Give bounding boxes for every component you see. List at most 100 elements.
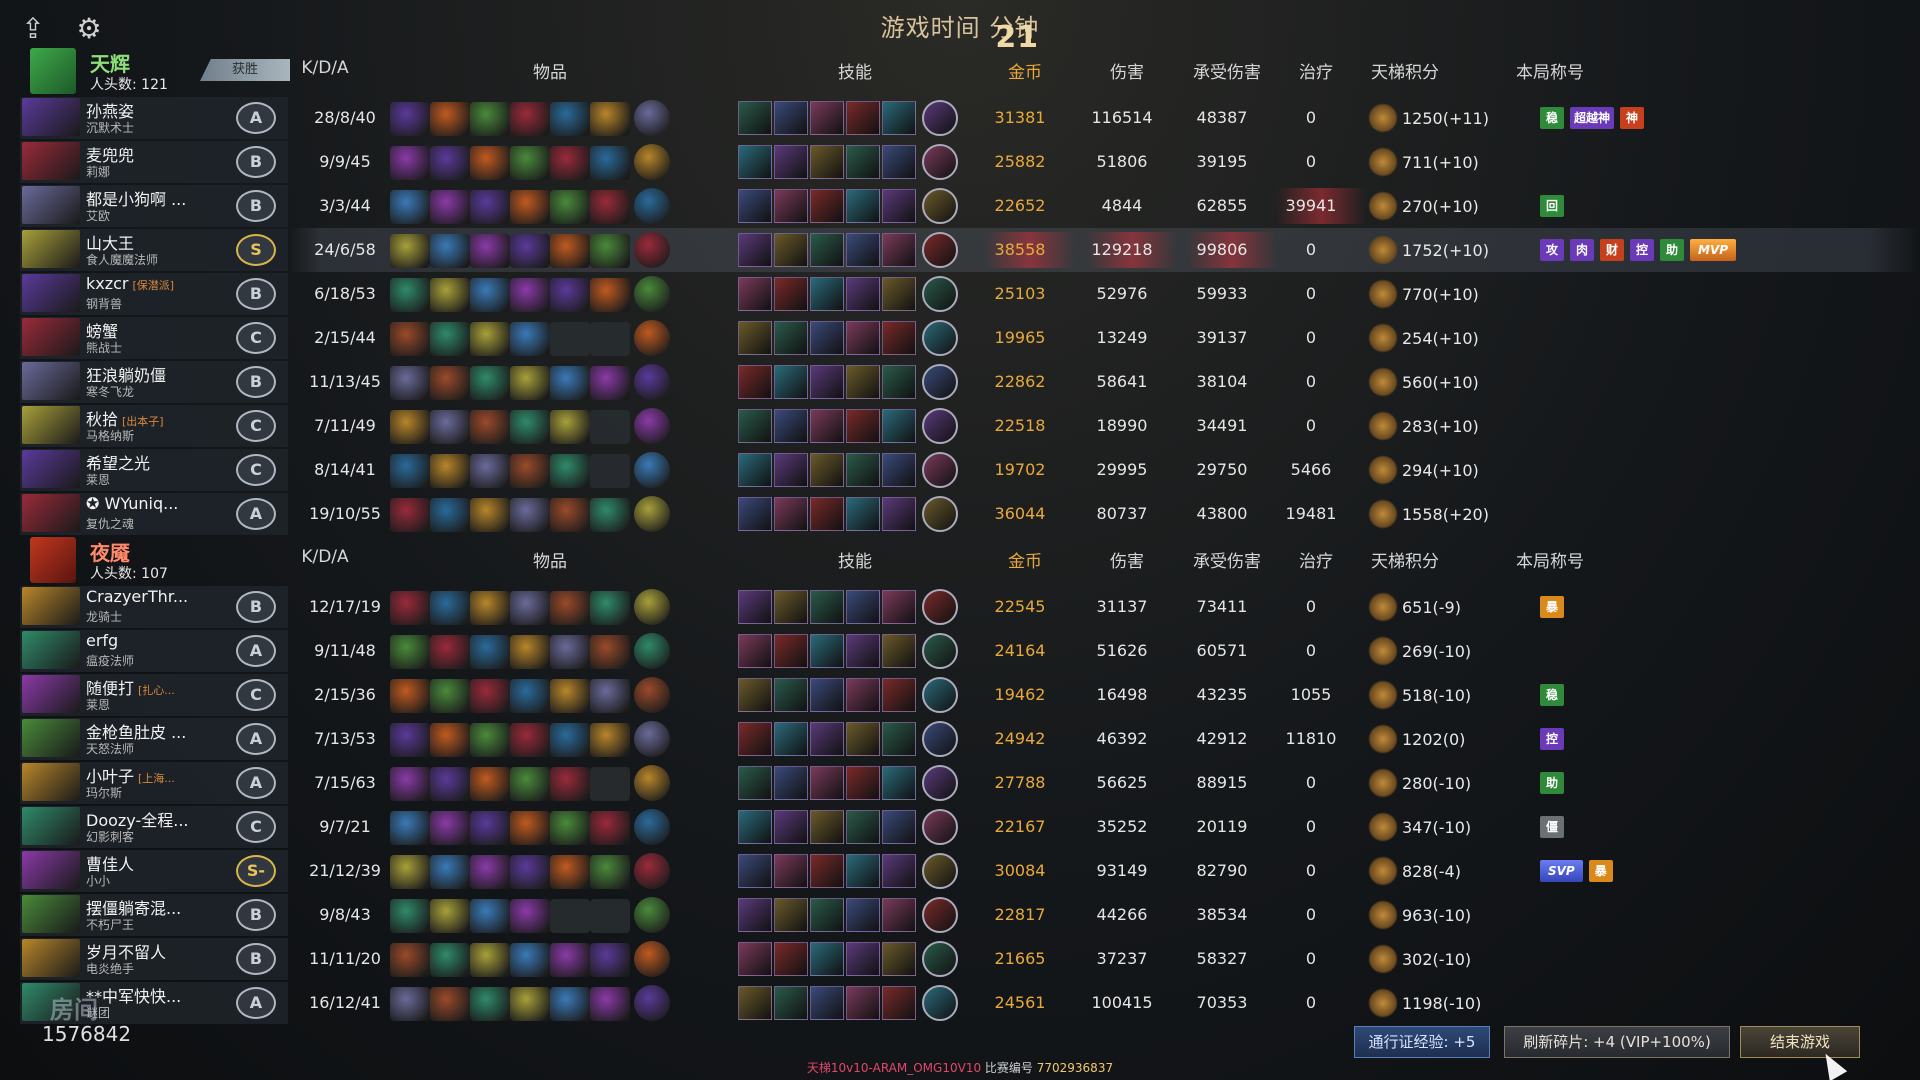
talent-icon[interactable] xyxy=(922,188,958,224)
hero-portrait[interactable] xyxy=(22,895,80,933)
skill-icon[interactable] xyxy=(882,101,916,135)
item-icon[interactable] xyxy=(390,498,430,532)
skill-icon[interactable] xyxy=(810,678,844,712)
skill-icon[interactable] xyxy=(882,321,916,355)
title-badge[interactable]: 暴 xyxy=(1540,596,1564,618)
item-icon[interactable] xyxy=(430,410,470,444)
talent-icon[interactable] xyxy=(922,452,958,488)
item-icon[interactable] xyxy=(470,102,510,136)
skill-icon[interactable] xyxy=(774,722,808,756)
skill-icon[interactable] xyxy=(738,453,772,487)
hero-portrait[interactable] xyxy=(22,587,80,625)
item-icon[interactable] xyxy=(510,234,550,268)
title-badge[interactable]: 攻 xyxy=(1540,239,1564,261)
neutral-item-icon[interactable] xyxy=(634,144,670,180)
player-row[interactable]: 岁月不留人 电炎绝手 B 11/11/20 21665 37237 58327 0 302(-1… xyxy=(20,937,1920,981)
item-icon[interactable] xyxy=(510,635,550,669)
item-icon[interactable] xyxy=(590,943,630,977)
skill-icon[interactable] xyxy=(882,365,916,399)
player-row[interactable]: CrazyerThr... 龙骑士 B 12/17/19 22545 31137 73411… xyxy=(20,585,1920,629)
title-badge[interactable]: 超越神 xyxy=(1570,107,1615,129)
skill-icon[interactable] xyxy=(774,590,808,624)
title-badge[interactable]: 控 xyxy=(1630,239,1654,261)
item-icon[interactable] xyxy=(590,234,630,268)
skill-icon[interactable] xyxy=(774,189,808,223)
item-icon[interactable] xyxy=(550,454,590,488)
item-icon[interactable] xyxy=(430,591,470,625)
item-icon[interactable] xyxy=(390,855,430,889)
skill-icon[interactable] xyxy=(846,810,880,844)
skill-icon[interactable] xyxy=(882,942,916,976)
neutral-item-icon[interactable] xyxy=(634,897,670,933)
player-name[interactable]: erfg xyxy=(86,631,122,650)
item-icon[interactable] xyxy=(390,146,430,180)
talent-icon[interactable] xyxy=(922,232,958,268)
player-row[interactable]: 秋拾 [出本子] 马格纳斯 C 7/11/49 22518 18990 34491 0 283(+… xyxy=(20,404,1920,448)
player-name[interactable]: kxzcr [保潜派] xyxy=(86,274,174,293)
item-icon[interactable] xyxy=(430,679,470,713)
item-icon[interactable] xyxy=(550,410,590,444)
item-icon[interactable] xyxy=(390,723,430,757)
hero-portrait[interactable] xyxy=(22,807,80,845)
item-icon[interactable] xyxy=(510,899,550,933)
item-icon[interactable] xyxy=(590,635,630,669)
talent-icon[interactable] xyxy=(922,364,958,400)
skill-icon[interactable] xyxy=(738,189,772,223)
skill-icon[interactable] xyxy=(846,942,880,976)
skill-icon[interactable] xyxy=(774,634,808,668)
skill-icon[interactable] xyxy=(810,810,844,844)
talent-icon[interactable] xyxy=(922,765,958,801)
skill-icon[interactable] xyxy=(774,101,808,135)
item-icon[interactable] xyxy=(590,723,630,757)
item-icon[interactable] xyxy=(470,679,510,713)
item-icon[interactable] xyxy=(590,987,630,1021)
title-badge[interactable]: MVP xyxy=(1690,239,1737,261)
skill-icon[interactable] xyxy=(882,409,916,443)
skill-icon[interactable] xyxy=(738,101,772,135)
item-icon[interactable] xyxy=(550,943,590,977)
item-icon[interactable] xyxy=(430,635,470,669)
skill-icon[interactable] xyxy=(846,321,880,355)
skill-icon[interactable] xyxy=(882,277,916,311)
item-icon[interactable] xyxy=(430,767,470,801)
player-row[interactable]: erfg 瘟疫法师 A 9/11/48 24164 51626 60571 0 269(-10) xyxy=(20,629,1920,673)
skill-icon[interactable] xyxy=(738,321,772,355)
item-icon[interactable] xyxy=(470,278,510,312)
player-row[interactable]: 山大王 食人魔魔法师 S 24/6/58 38558 129218 99806 0 1752(+… xyxy=(20,228,1920,272)
neutral-item-icon[interactable] xyxy=(634,589,670,625)
neutral-item-icon[interactable] xyxy=(634,232,670,268)
neutral-item-icon[interactable] xyxy=(634,496,670,532)
hero-portrait[interactable] xyxy=(22,186,80,224)
skill-icon[interactable] xyxy=(846,189,880,223)
title-badge[interactable]: 肉 xyxy=(1570,239,1594,261)
hero-portrait[interactable] xyxy=(22,98,80,136)
item-icon[interactable] xyxy=(590,102,630,136)
neutral-item-icon[interactable] xyxy=(634,765,670,801)
item-icon[interactable] xyxy=(390,943,430,977)
item-icon[interactable] xyxy=(590,190,630,224)
talent-icon[interactable] xyxy=(922,721,958,757)
skill-icon[interactable] xyxy=(774,986,808,1020)
hero-portrait[interactable] xyxy=(22,494,80,532)
hero-portrait[interactable] xyxy=(22,362,80,400)
skill-icon[interactable] xyxy=(774,321,808,355)
skill-icon[interactable] xyxy=(846,277,880,311)
skill-icon[interactable] xyxy=(882,145,916,179)
item-icon[interactable] xyxy=(510,591,550,625)
skill-icon[interactable] xyxy=(810,986,844,1020)
item-icon[interactable] xyxy=(430,811,470,845)
item-icon[interactable] xyxy=(510,767,550,801)
item-icon[interactable] xyxy=(390,454,430,488)
skill-icon[interactable] xyxy=(846,898,880,932)
neutral-item-icon[interactable] xyxy=(634,853,670,889)
title-badge[interactable]: SVP xyxy=(1540,860,1583,882)
player-row[interactable]: 希望之光 莱恩 C 8/14/41 19702 29995 29750 5466 294(+10… xyxy=(20,448,1920,492)
item-icon[interactable] xyxy=(550,767,590,801)
item-icon[interactable] xyxy=(590,591,630,625)
item-icon[interactable] xyxy=(550,102,590,136)
item-icon[interactable] xyxy=(390,234,430,268)
skill-icon[interactable] xyxy=(738,233,772,267)
item-icon[interactable] xyxy=(390,987,430,1021)
talent-icon[interactable] xyxy=(922,985,958,1021)
skill-icon[interactable] xyxy=(810,409,844,443)
